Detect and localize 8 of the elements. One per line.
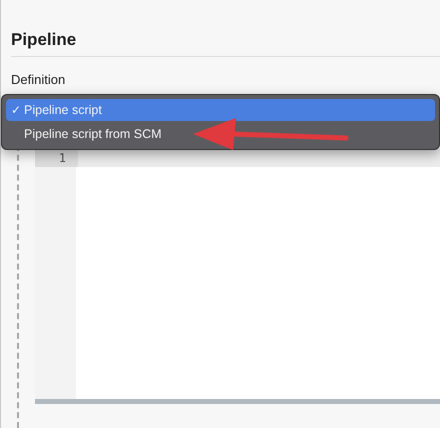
field-label: Definition	[11, 72, 66, 87]
section-title: Pipeline	[11, 30, 440, 57]
arrow-icon	[191, 116, 351, 152]
menu-option[interactable]: Pipeline script from SCM	[6, 123, 435, 145]
code-editor[interactable]: 1	[35, 149, 440, 404]
menu-option[interactable]: ✓ Pipeline script	[6, 99, 435, 121]
check-icon: ✓	[8, 103, 24, 117]
line-number: 1	[35, 150, 76, 167]
